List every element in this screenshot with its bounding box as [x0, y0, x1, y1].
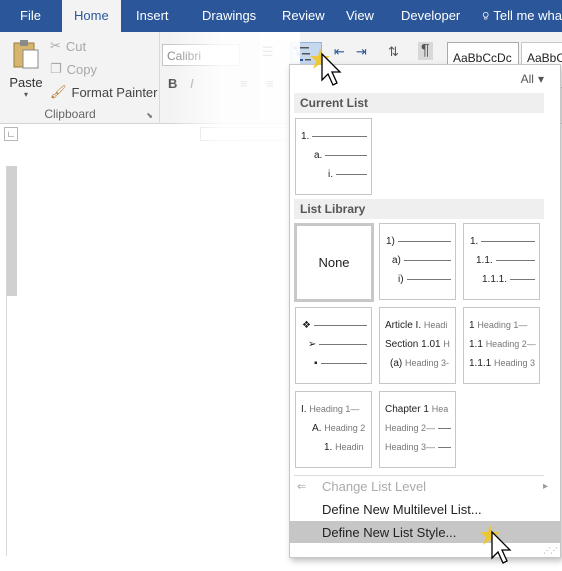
- list-library-item[interactable]: 1) a) i): [379, 223, 456, 300]
- current-list-heading: Current List: [294, 93, 544, 113]
- define-multilevel-list-item[interactable]: Define New Multilevel List...: [290, 498, 560, 520]
- tab-insert[interactable]: Insert: [124, 0, 181, 32]
- font-name-box[interactable]: Calibri: [162, 44, 240, 66]
- list-library-item[interactable]: ❖ ➢ ▪: [295, 307, 372, 384]
- ribbon-tab-bar: File Home Insert Drawings Review View De…: [0, 0, 562, 32]
- tell-me-box[interactable]: Tell me wha: [472, 0, 562, 32]
- lightbulb-icon: [482, 11, 489, 20]
- bold-button[interactable]: B: [168, 76, 177, 91]
- list-library-item[interactable]: I. Heading 1— A. Heading 2 1. Headin: [295, 391, 372, 468]
- paste-button[interactable]: Paste ▾: [8, 38, 44, 99]
- horizontal-ruler: [200, 127, 290, 141]
- current-list-thumbnail[interactable]: 1. a. i.: [295, 118, 372, 195]
- cut-button[interactable]: ✂ Cut: [50, 36, 86, 56]
- paste-icon: [13, 40, 39, 69]
- numbering-icon[interactable]: ☰: [262, 44, 274, 60]
- clipboard-launcher-icon[interactable]: ⬊: [146, 111, 153, 120]
- cut-icon: ✂: [50, 38, 61, 53]
- format-painter-label: Format Painter: [71, 84, 158, 100]
- tab-developer[interactable]: Developer: [389, 0, 472, 32]
- list-library-item[interactable]: Chapter 1 Hea Heading 2— Heading 3—: [379, 391, 456, 468]
- align-center-icon[interactable]: ≡: [240, 76, 248, 91]
- change-list-level-label: Change List Level: [322, 478, 427, 494]
- gallery-filter-label: All: [520, 72, 534, 86]
- list-library-item[interactable]: 1 Heading 1— 1.1 Heading 2— 1.1.1 Headin…: [463, 307, 540, 384]
- list-library-none[interactable]: None: [294, 223, 374, 302]
- mouse-cursor-icon: [310, 48, 342, 86]
- align-right-icon[interactable]: ≡: [266, 76, 274, 91]
- define-list-style-label: Define New List Style...: [322, 524, 457, 540]
- mouse-cursor-icon: [480, 524, 512, 564]
- sort-icon[interactable]: ⇅: [388, 44, 399, 60]
- paste-dropdown-arrow[interactable]: ▾: [8, 90, 44, 99]
- paste-label: Paste: [9, 75, 43, 90]
- copy-button[interactable]: ❐ Copy: [50, 59, 97, 79]
- format-painter-button[interactable]: 🖌 Format Painter: [50, 82, 158, 102]
- list-library-heading: List Library: [294, 199, 544, 219]
- gallery-filter-dropdown[interactable]: All ▾: [521, 72, 544, 86]
- tab-file[interactable]: File: [8, 0, 53, 32]
- list-library-item[interactable]: 1. 1.1. 1.1.1.: [463, 223, 540, 300]
- copy-icon: ❐: [50, 61, 62, 76]
- multilevel-list-dropdown: All ▾ Current List 1. a. i. List Library…: [289, 64, 561, 558]
- vertical-ruler: [6, 166, 17, 556]
- tab-view[interactable]: View: [334, 0, 386, 32]
- italic-button[interactable]: I: [190, 76, 194, 91]
- tell-me-text: Tell me wha: [493, 8, 562, 23]
- chevron-right-icon: ▸: [542, 480, 548, 492]
- define-multilevel-label: Define New Multilevel List...: [322, 501, 482, 517]
- chevron-down-icon: ▾: [537, 72, 544, 86]
- list-library-item[interactable]: Article I. Headi Section 1.01 H (a) Head…: [379, 307, 456, 384]
- tab-home[interactable]: Home: [62, 0, 121, 32]
- list-none-label: None: [318, 255, 350, 270]
- cut-label: Cut: [65, 38, 87, 54]
- change-list-level-item[interactable]: ⇐ Change List Level ▸: [290, 475, 560, 497]
- define-list-style-item[interactable]: Define New List Style...: [290, 521, 560, 543]
- clipboard-group-label: Clipboard: [44, 107, 96, 121]
- increase-indent-icon[interactable]: ⇥: [356, 44, 367, 60]
- change-level-icon: ⇐: [297, 480, 307, 493]
- word-window: File Home Insert Drawings Review View De…: [0, 0, 562, 571]
- tab-drawings[interactable]: Drawings: [190, 0, 268, 32]
- copy-label: Copy: [66, 61, 98, 77]
- tab-selector[interactable]: ∟: [4, 127, 18, 141]
- show-formatting-icon[interactable]: ¶: [418, 42, 433, 60]
- resize-grip-icon[interactable]: ⋰⋰: [543, 546, 558, 555]
- tab-review[interactable]: Review: [270, 0, 337, 32]
- clipboard-group: Paste ▾ ✂ Cut ❐ Copy 🖌 Format Painter Cl…: [0, 32, 160, 124]
- format-painter-icon: 🖌: [50, 84, 67, 99]
